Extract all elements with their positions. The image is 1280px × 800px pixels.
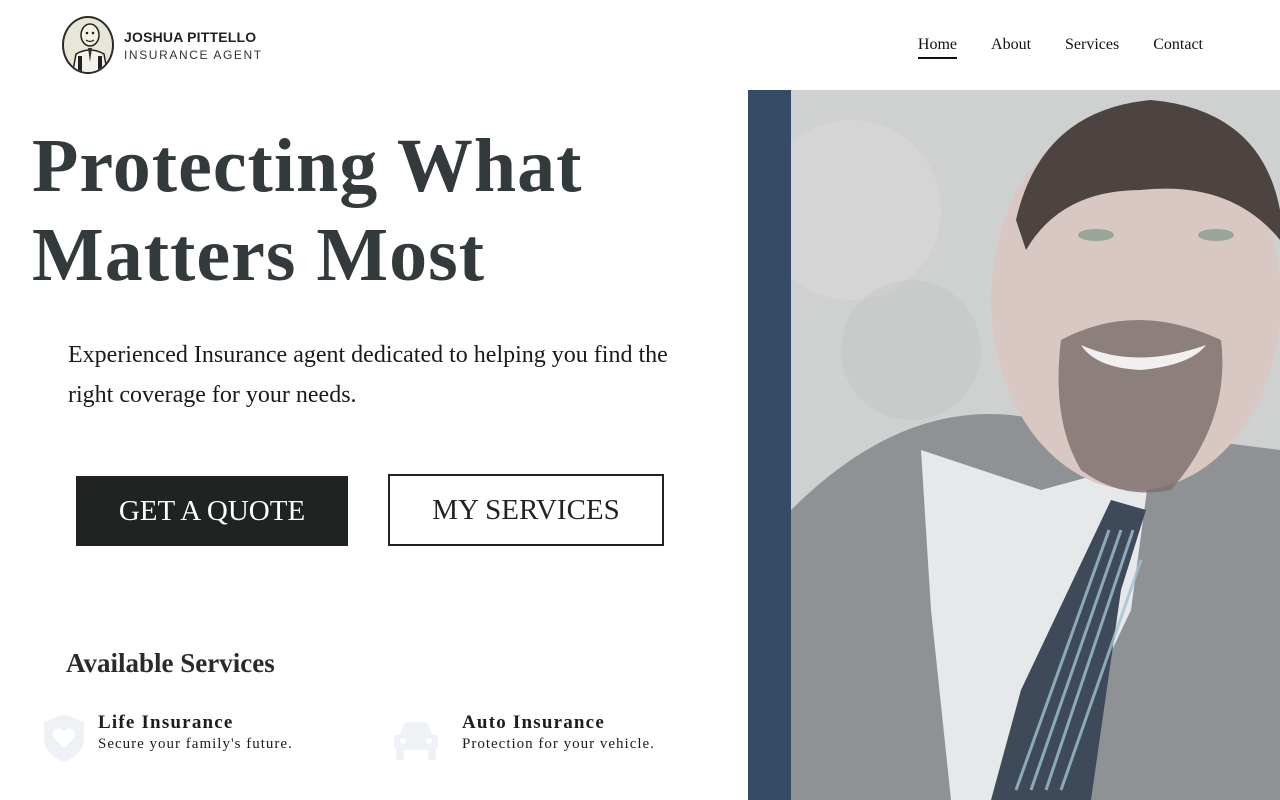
nav-contact[interactable]: Contact	[1153, 36, 1203, 59]
service-life-insurance[interactable]: Life Insurance Secure your family's futu…	[40, 712, 293, 764]
hero-title-line-2: Matters Most	[32, 213, 486, 297]
car-icon	[390, 712, 442, 764]
brand-name: JOSHUA PITTELLO	[124, 28, 257, 45]
accent-bar	[748, 90, 791, 800]
my-services-button[interactable]: MY SERVICES	[388, 474, 664, 546]
nav-home[interactable]: Home	[917, 36, 958, 59]
nav-services[interactable]: Services	[1065, 36, 1119, 59]
hero-description: Experienced Insurance agent dedicated to…	[68, 342, 668, 408]
agent-portrait-photo	[791, 90, 1280, 800]
service-description: Secure your family's future.	[98, 736, 293, 752]
get-a-quote-button[interactable]: GET A QUOTE	[76, 476, 348, 546]
logo-portrait	[62, 16, 114, 74]
hero-title: Protecting What Matters Most	[32, 122, 732, 300]
main-nav: Home About Services Contact	[917, 36, 1203, 59]
service-auto-insurance[interactable]: Auto Insurance Protection for your vehic…	[390, 712, 655, 764]
service-title: Life Insurance	[98, 712, 234, 733]
services-heading: Available Services	[66, 648, 275, 678]
service-description: Protection for your vehicle.	[462, 736, 655, 752]
hero-title-line-1: Protecting What	[32, 124, 583, 208]
brand[interactable]: JOSHUA PITTELLO INSURANCE AGENT	[62, 16, 263, 74]
brand-subtitle: INSURANCE AGENT	[124, 47, 263, 62]
shield-heart-icon	[40, 712, 88, 764]
nav-about[interactable]: About	[991, 36, 1031, 59]
site-header: JOSHUA PITTELLO INSURANCE AGENT Home Abo…	[0, 0, 1280, 90]
service-title: Auto Insurance	[462, 712, 605, 733]
